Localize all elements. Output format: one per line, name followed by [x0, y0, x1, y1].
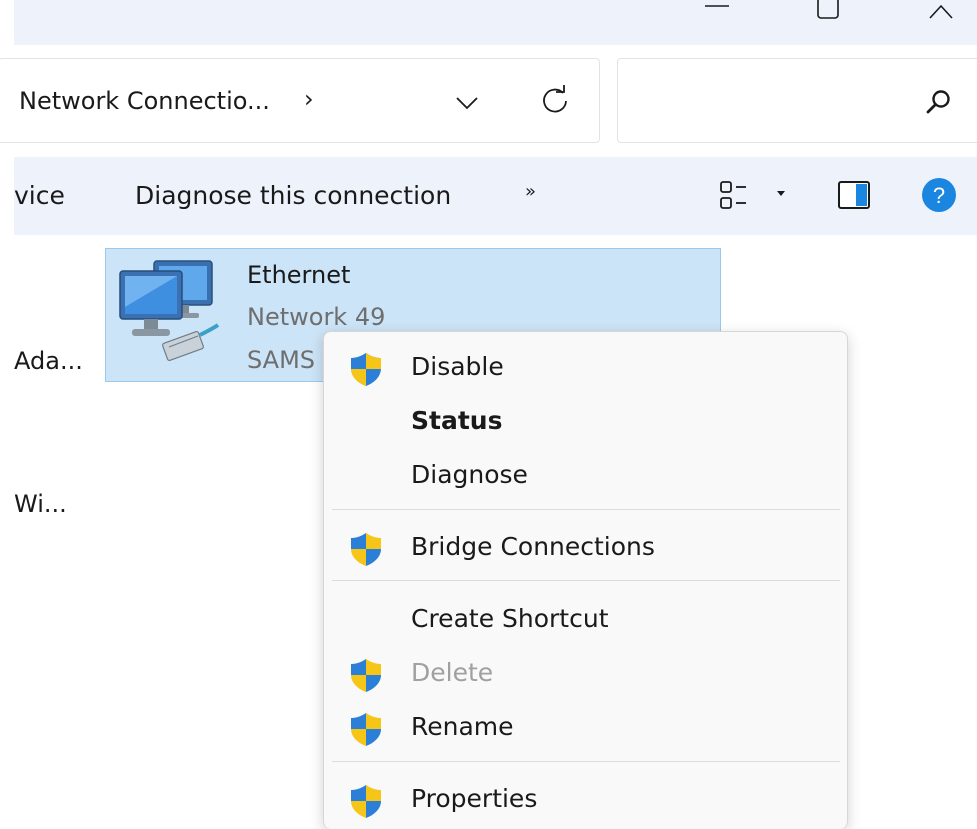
- menu-separator: [332, 761, 840, 762]
- title-bar: [14, 0, 977, 45]
- network-adapter-icon: [119, 260, 220, 361]
- uac-shield-icon: [351, 533, 381, 566]
- menu-item-status[interactable]: Status: [324, 396, 847, 448]
- menu-item-diagnose[interactable]: Diagnose: [324, 450, 847, 502]
- menu-separator: [332, 509, 840, 510]
- menu-item-label: Diagnose: [411, 460, 528, 489]
- menu-item-label: Properties: [411, 784, 538, 813]
- breadcrumb[interactable]: Network Connectio...: [19, 87, 270, 115]
- view-options-dropdown-icon[interactable]: [776, 190, 786, 198]
- uac-shield-icon: [351, 353, 381, 386]
- uac-shield-icon: [351, 713, 381, 746]
- menu-item-label: Rename: [411, 712, 514, 741]
- more-commands-button[interactable]: »: [525, 181, 536, 202]
- svg-text:?: ?: [933, 183, 945, 208]
- list-item[interactable]: Ada...: [14, 347, 83, 375]
- diagnose-connection-button[interactable]: Diagnose this connection: [135, 181, 451, 210]
- menu-item-label: Create Shortcut: [411, 604, 609, 633]
- preview-pane-icon[interactable]: [837, 180, 871, 210]
- connection-network: Network 49: [247, 303, 386, 331]
- search-input[interactable]: [617, 58, 977, 143]
- maximize-icon[interactable]: [814, 0, 844, 22]
- menu-separator: [332, 580, 840, 581]
- context-menu: Disable Status Diagnose Bridge Connectio…: [323, 331, 848, 829]
- menu-item-disable[interactable]: Disable: [324, 342, 847, 394]
- menu-item-properties[interactable]: Properties: [324, 774, 847, 826]
- view-options-icon[interactable]: [718, 178, 752, 212]
- menu-item-delete[interactable]: Delete: [324, 648, 847, 700]
- uac-shield-icon: [351, 785, 381, 818]
- address-bar[interactable]: Network Connectio... ›: [0, 58, 600, 143]
- search-icon[interactable]: [924, 87, 954, 117]
- command-truncated-left[interactable]: vice: [14, 181, 65, 210]
- menu-item-label: Disable: [411, 352, 504, 381]
- connection-device: SAMS: [247, 346, 316, 374]
- uac-shield-icon: [351, 659, 381, 692]
- close-icon[interactable]: [926, 0, 956, 26]
- chevron-down-icon[interactable]: [449, 87, 485, 119]
- menu-item-label: Delete: [411, 658, 494, 687]
- minimize-icon[interactable]: [702, 0, 732, 16]
- list-item[interactable]: Wi...: [14, 490, 67, 518]
- command-bar: vice Diagnose this connection » ?: [14, 157, 977, 235]
- address-row: Network Connectio... ›: [0, 45, 977, 157]
- menu-item-bridge-connections[interactable]: Bridge Connections: [324, 522, 847, 574]
- menu-item-create-shortcut[interactable]: Create Shortcut: [324, 594, 847, 646]
- menu-item-rename[interactable]: Rename: [324, 702, 847, 754]
- help-icon[interactable]: ?: [921, 177, 957, 213]
- breadcrumb-chevron-icon[interactable]: ›: [304, 85, 314, 113]
- menu-item-label: Status: [411, 406, 503, 435]
- menu-item-label: Bridge Connections: [411, 532, 655, 561]
- refresh-icon[interactable]: [537, 83, 573, 119]
- connection-name: Ethernet: [247, 261, 351, 289]
